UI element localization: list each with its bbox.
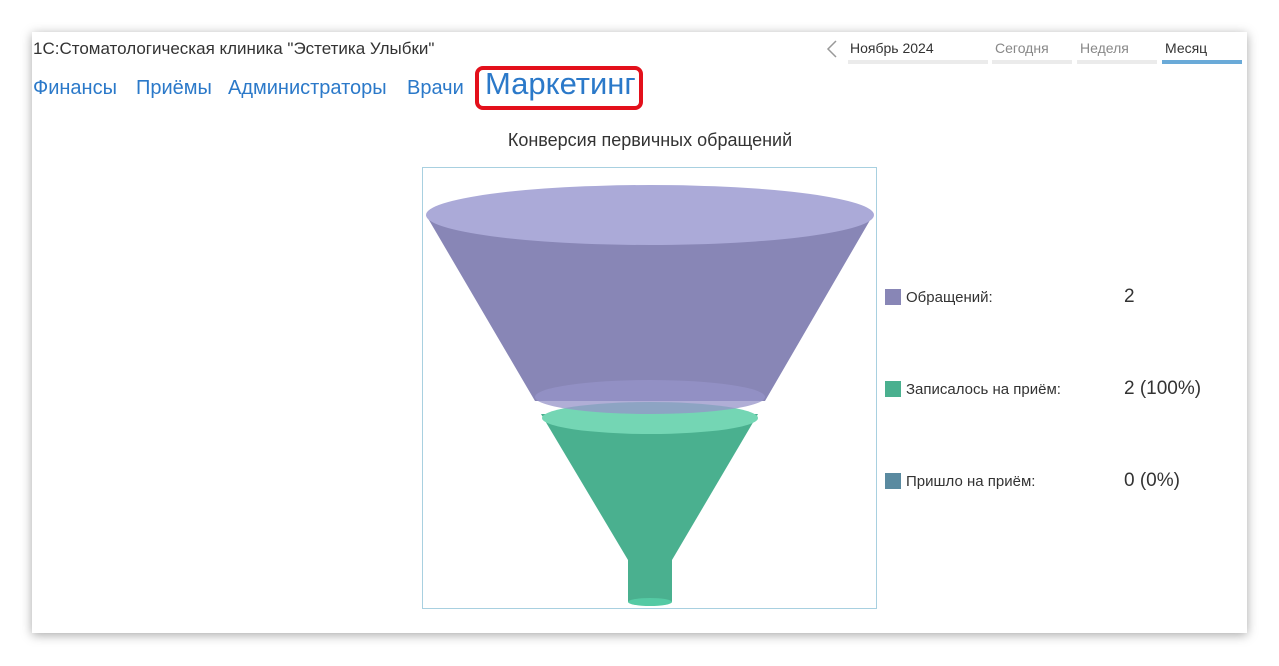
period-today-label: Сегодня [995,40,1049,56]
period-field[interactable]: Ноябрь 2024 [848,38,988,64]
period-field-value: Ноябрь 2024 [850,40,934,56]
legend-label: Записалось на приём: [906,381,1061,398]
legend-swatch [885,381,901,397]
funnel-stage-1-bottom [535,380,765,414]
legend-swatch [885,473,901,489]
chevron-left-icon[interactable] [824,38,842,60]
period-month-label: Месяц [1165,40,1208,56]
period-today-button[interactable]: Сегодня [992,38,1072,64]
legend-label: Обращений: [906,289,993,306]
tab-doctors[interactable]: Врачи [407,77,464,100]
period-month-button[interactable]: Месяц [1162,38,1242,64]
legend-value: 0 (0%) [1124,470,1180,491]
tab-administrators[interactable]: Администраторы [228,77,387,100]
period-week-button[interactable]: Неделя [1077,38,1157,64]
funnel-chart-area [422,167,877,609]
tab-marketing[interactable]: Маркетинг [485,66,636,102]
legend-value: 2 [1124,286,1135,307]
tab-finances[interactable]: Финансы [33,77,117,100]
tab-appointments[interactable]: Приёмы [136,77,212,100]
funnel-stage-2-body [541,414,758,560]
funnel-neck [628,560,672,602]
period-week-label: Неделя [1080,40,1129,56]
legend-value: 2 (100%) [1124,378,1202,399]
legend-label: Пришло на приём: [906,473,1036,490]
app-title: 1С:Стоматологическая клиника "Эстетика У… [33,39,435,58]
chart-title: Конверсия первичных обращений [507,130,793,150]
funnel-chart [426,185,874,606]
funnel-stage-1-top [426,185,874,245]
funnel-neck-bottom [628,598,672,606]
legend-swatch [885,289,901,305]
